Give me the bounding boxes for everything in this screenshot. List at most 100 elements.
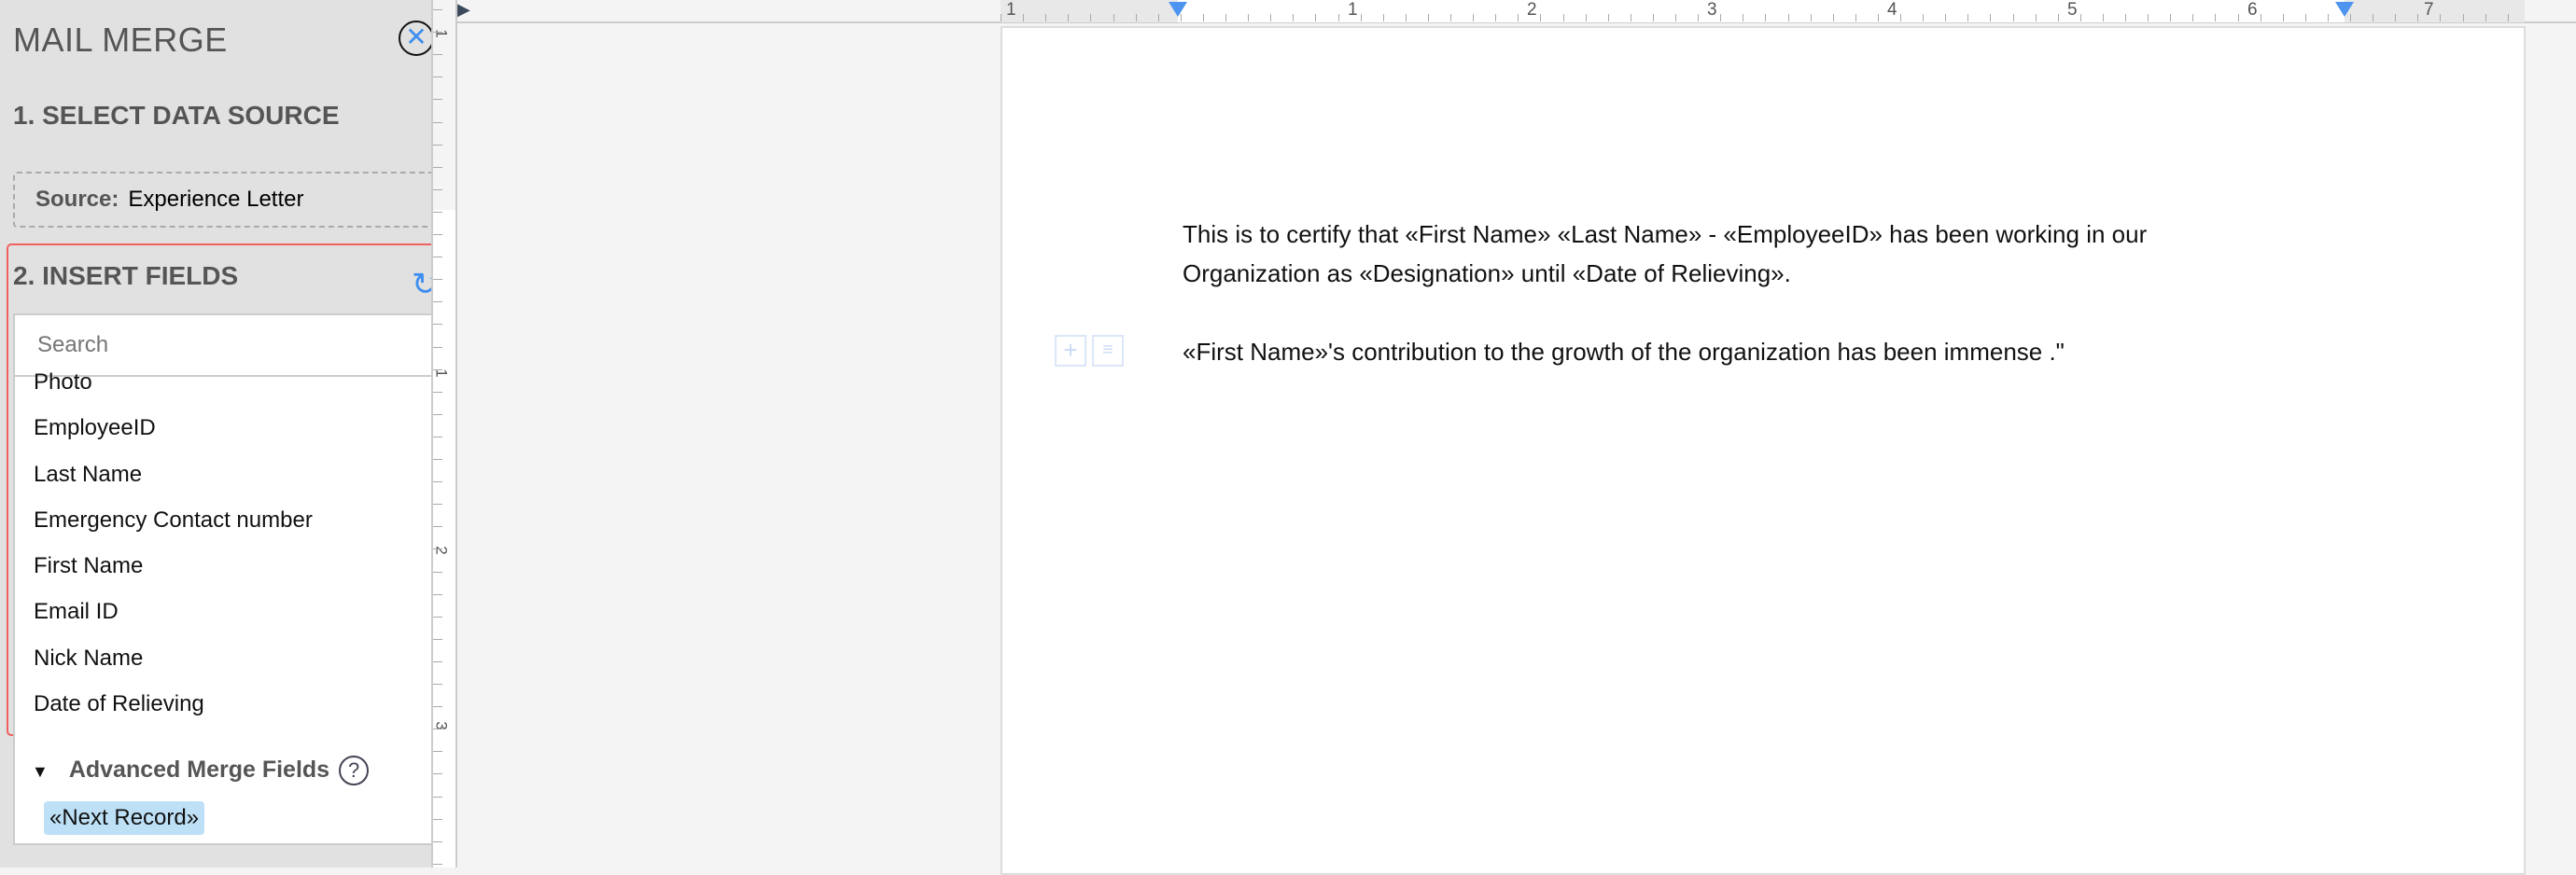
- ruler-tick: [433, 188, 442, 190]
- ruler-toggle-icon[interactable]: ▶: [457, 0, 476, 22]
- ruler-tick: [433, 99, 442, 101]
- ruler-tick: [1180, 14, 1182, 21]
- ruler-tick: [1945, 14, 1947, 21]
- data-source-box[interactable]: Source: Experience Letter: [13, 172, 441, 228]
- ruler-tick: [1405, 14, 1407, 21]
- horizontal-ruler: ▶ 1 1 2 3 4 5 6 7: [457, 0, 2576, 23]
- ruler-tick: [433, 751, 442, 753]
- ruler-tick: [2417, 14, 2419, 21]
- advanced-label: Advanced Merge Fields: [68, 757, 330, 783]
- ruler-tick: [2507, 14, 2509, 21]
- ruler-tick: [2327, 14, 2329, 21]
- ruler-tick: [2102, 14, 2104, 21]
- ruler-tick: [1225, 14, 1226, 21]
- ruler-tick: [1810, 14, 1812, 21]
- ruler-tick: [1585, 14, 1587, 21]
- ruler-tick: [1382, 14, 1384, 21]
- insert-fields-heading: 2. INSERT FIELDS: [13, 261, 239, 290]
- ruler-tick: [1202, 14, 1204, 21]
- field-item[interactable]: Date of Relieving: [34, 691, 204, 717]
- advanced-merge-fields-toggle[interactable]: ▼ Advanced Merge Fields?: [32, 756, 370, 785]
- ruler-tick: [2215, 14, 2217, 21]
- ruler-tick: [1832, 14, 1834, 21]
- ruler-tick: [1765, 14, 1767, 21]
- field-item[interactable]: Email ID: [34, 599, 119, 625]
- ruler-label: 5: [2067, 0, 2078, 20]
- ruler-tick: [433, 144, 442, 146]
- close-icon[interactable]: ✕: [399, 21, 434, 56]
- ruler-tick: [2462, 14, 2464, 21]
- ruler-tick: [433, 684, 442, 685]
- ruler-tick: [2440, 14, 2442, 21]
- search-input[interactable]: [15, 315, 439, 377]
- ruler-tick: [1877, 14, 1879, 21]
- ruler-tick: [1360, 14, 1362, 21]
- document-page[interactable]: This is to certify that «First Name» «La…: [1001, 26, 2526, 875]
- ruler-tick: [2170, 14, 2172, 21]
- ruler-tick: [433, 481, 442, 483]
- paragraph-format-icon[interactable]: ≡: [1092, 335, 1124, 367]
- ruler-tick: [2079, 14, 2081, 21]
- ruler-tick: [433, 166, 442, 168]
- field-item[interactable]: Nick Name: [34, 646, 143, 672]
- ruler-label: 1: [432, 29, 451, 38]
- ruler-tick: [1068, 14, 1070, 21]
- ruler-tick: [2057, 14, 2059, 21]
- ruler-tick: [1967, 14, 1969, 21]
- ruler-tick: [2012, 14, 2014, 21]
- ruler-tick: [433, 54, 442, 56]
- ruler-tick: [1337, 14, 1339, 21]
- next-record-field[interactable]: «Next Record»: [44, 801, 205, 835]
- ruler-tick: [2125, 14, 2126, 21]
- ruler-tick: [2350, 14, 2351, 21]
- vertical-ruler: 1 1 2 3: [431, 0, 457, 868]
- ruler-tick: [2304, 14, 2306, 21]
- paragraph[interactable]: «First Name»'s contribution to the growt…: [1183, 332, 2256, 371]
- ruler-tick: [1315, 14, 1317, 21]
- ruler-tick: [433, 526, 442, 528]
- ruler-tick: [433, 279, 442, 281]
- ruler-tick: [433, 660, 442, 662]
- ruler-tick: [1652, 14, 1654, 21]
- ruler-tick: [1045, 14, 1047, 21]
- ruler-tick: [1157, 14, 1159, 21]
- ruler-tick: [2485, 14, 2486, 21]
- ruler-tick: [433, 413, 442, 415]
- fields-panel: Photo EmployeeID Last Name Emergency Con…: [13, 313, 441, 845]
- sidebar-title: MAIL MERGE: [13, 21, 228, 59]
- ruler-tick: [433, 863, 442, 865]
- ruler-tick: [433, 796, 442, 798]
- ruler-label: 2: [1527, 0, 1537, 20]
- ruler-tick: [433, 459, 442, 460]
- field-item[interactable]: Photo: [34, 369, 92, 396]
- field-item[interactable]: EmployeeID: [34, 415, 156, 441]
- ruler-tick: [1518, 14, 1519, 21]
- ruler-tick: [433, 346, 442, 348]
- ruler-tick: [1113, 14, 1114, 21]
- field-item[interactable]: Last Name: [34, 462, 142, 488]
- paragraph[interactable]: This is to certify that «First Name» «La…: [1183, 215, 2256, 293]
- ruler-tick: [1270, 14, 1272, 21]
- source-label: Source:: [35, 187, 119, 212]
- add-icon[interactable]: +: [1055, 335, 1086, 367]
- ruler-tick: [1293, 14, 1295, 21]
- ruler-tick: [2395, 14, 2397, 21]
- ruler-tick: [433, 616, 442, 618]
- ruler-tick: [433, 368, 442, 370]
- source-value: Experience Letter: [128, 187, 304, 212]
- ruler-tick: [1248, 14, 1250, 21]
- field-item[interactable]: Emergency Contact number: [34, 507, 313, 534]
- ruler-tick: [433, 638, 442, 640]
- left-indent-marker[interactable]: [1169, 2, 1187, 17]
- ruler-tick: [1607, 14, 1609, 21]
- ruler-tick: [433, 391, 442, 393]
- ruler-tick: [433, 301, 442, 303]
- ruler-tick: [433, 593, 442, 595]
- ruler-label: 1: [1006, 0, 1016, 20]
- ruler-tick: [433, 571, 442, 573]
- help-icon[interactable]: ?: [339, 756, 370, 785]
- field-item[interactable]: First Name: [34, 553, 143, 579]
- ruler-tick: [2192, 14, 2194, 21]
- right-indent-marker[interactable]: [2335, 2, 2354, 17]
- ruler-label: 3: [1707, 0, 1717, 20]
